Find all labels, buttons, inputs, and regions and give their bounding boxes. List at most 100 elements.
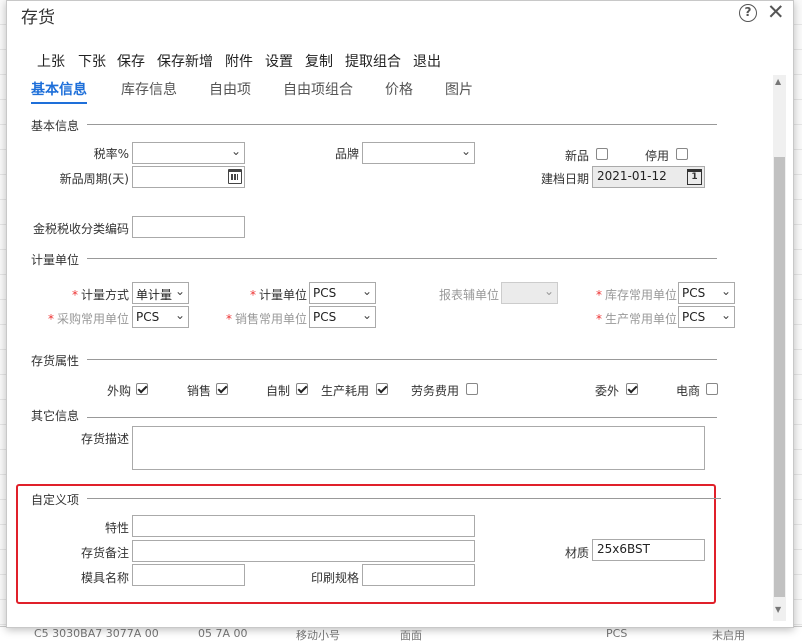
chevron-down-icon: ⌄ bbox=[174, 284, 185, 298]
attr-label-purchase: 外购 bbox=[106, 384, 131, 398]
inventory-remark-label: 存货备注 bbox=[80, 546, 129, 560]
measure-method-label: * 计量方式 bbox=[71, 288, 129, 302]
inventory-remark-input[interactable] bbox=[132, 540, 475, 562]
section-other-info: 其它信息 bbox=[31, 409, 80, 423]
attr-label-service-fee: 劳务费用 bbox=[410, 384, 459, 398]
scroll-thumb[interactable] bbox=[774, 157, 785, 597]
tax-code-label: 金税税收分类编码 bbox=[32, 222, 129, 236]
calculator-icon[interactable] bbox=[228, 169, 242, 184]
section-divider bbox=[87, 124, 717, 125]
chevron-down-icon: ⌄ bbox=[720, 308, 731, 322]
description-label: 存货描述 bbox=[80, 432, 129, 446]
description-textarea[interactable] bbox=[132, 426, 705, 470]
scroll-up-icon[interactable]: ▲ bbox=[775, 77, 781, 86]
extract-combo-button[interactable]: 提取组合 bbox=[345, 51, 401, 71]
stock-unit-select[interactable]: PCS ⌄ bbox=[678, 282, 735, 304]
disabled-checkbox[interactable] bbox=[676, 148, 688, 160]
bg-cell: PCS bbox=[606, 627, 628, 640]
attr-checkbox-outsource[interactable] bbox=[626, 383, 638, 395]
material-input[interactable]: 25x6BST bbox=[592, 539, 705, 561]
vertical-scrollbar[interactable]: ▲ ▼ bbox=[773, 75, 786, 621]
bg-cell: 未启用 bbox=[712, 629, 745, 641]
stock-unit-label: * 库存常用单位 bbox=[595, 288, 677, 302]
tax-code-input[interactable] bbox=[132, 216, 245, 238]
attachment-button[interactable]: 附件 bbox=[225, 51, 253, 71]
chevron-down-icon: ⌄ bbox=[543, 284, 554, 298]
attr-label-outsource: 委外 bbox=[594, 384, 619, 398]
section-attributes: 存货属性 bbox=[31, 354, 80, 368]
purchase-unit-select[interactable]: PCS ⌄ bbox=[132, 306, 189, 328]
settings-button[interactable]: 设置 bbox=[265, 51, 293, 71]
attr-checkbox-ecommerce[interactable] bbox=[706, 383, 718, 395]
chevron-down-icon: ⌄ bbox=[460, 144, 471, 158]
disabled-label: 停用 bbox=[644, 149, 669, 163]
print-spec-input[interactable] bbox=[362, 564, 475, 586]
exit-button[interactable]: 退出 bbox=[413, 51, 441, 71]
scroll-down-icon[interactable]: ▼ bbox=[775, 605, 781, 614]
next-button[interactable]: 下张 bbox=[78, 51, 106, 71]
report-unit-select: ⌄ bbox=[501, 282, 558, 304]
tax-rate-select[interactable]: ⌄ bbox=[132, 142, 245, 164]
new-period-input[interactable] bbox=[132, 166, 245, 188]
section-basic-info: 基本信息 bbox=[31, 119, 80, 133]
tab-free-items[interactable]: 自由项 bbox=[209, 79, 251, 102]
brand-label: 品牌 bbox=[334, 147, 359, 161]
tab-stock-info[interactable]: 库存信息 bbox=[121, 79, 177, 102]
attr-label-sales: 销售 bbox=[186, 384, 211, 398]
copy-button[interactable]: 复制 bbox=[305, 51, 333, 71]
report-unit-label: 报表辅单位 bbox=[438, 288, 499, 302]
new-product-label: 新品 bbox=[564, 149, 589, 163]
mold-name-label: 模具名称 bbox=[80, 571, 129, 585]
brand-select[interactable]: ⌄ bbox=[362, 142, 475, 164]
bg-cell: 移动小号 bbox=[296, 629, 340, 641]
inventory-dialog: 存货 ? ✕ 上张 下张 保存 保存新增 附件 设置 复制 提取组合 退出 基本… bbox=[6, 0, 794, 628]
measure-unit-select[interactable]: PCS ⌄ bbox=[309, 282, 376, 304]
section-divider bbox=[87, 417, 717, 418]
chevron-down-icon: ⌄ bbox=[174, 308, 185, 322]
attr-label-ecommerce: 电商 bbox=[675, 384, 700, 398]
calendar-icon[interactable]: 1 bbox=[687, 169, 702, 185]
attr-label-self-made: 自制 bbox=[265, 384, 290, 398]
background-row: C5 3030BA7 3077A 00 05 7A 00 移动小号 面面 PCS… bbox=[0, 626, 802, 641]
tab-image[interactable]: 图片 bbox=[445, 79, 473, 102]
feature-label: 特性 bbox=[104, 521, 129, 535]
created-date-label: 建档日期 bbox=[540, 172, 589, 186]
dialog-title: 存货 bbox=[21, 8, 55, 28]
tab-basic-info[interactable]: 基本信息 bbox=[31, 79, 87, 104]
section-divider bbox=[87, 359, 717, 360]
created-date-input[interactable]: 2021-01-12 1 bbox=[592, 166, 705, 188]
section-divider bbox=[87, 498, 721, 499]
sales-unit-label: * 销售常用单位 bbox=[225, 312, 307, 326]
section-unit: 计量单位 bbox=[31, 253, 80, 267]
feature-input[interactable] bbox=[132, 515, 475, 537]
tab-price[interactable]: 价格 bbox=[385, 79, 413, 102]
measure-unit-label: * 计量单位 bbox=[249, 288, 307, 302]
attr-checkbox-purchase[interactable] bbox=[136, 383, 148, 395]
tab-free-item-combo[interactable]: 自由项组合 bbox=[283, 79, 353, 102]
attr-checkbox-production-use[interactable] bbox=[376, 383, 388, 395]
new-product-checkbox[interactable] bbox=[596, 148, 608, 160]
help-icon[interactable]: ? bbox=[739, 4, 757, 22]
dialog-titlebar: 存货 ? ✕ bbox=[7, 0, 793, 28]
prev-button[interactable]: 上张 bbox=[37, 51, 65, 71]
section-custom-items: 自定义项 bbox=[31, 493, 80, 507]
attr-checkbox-sales[interactable] bbox=[216, 383, 228, 395]
material-label: 材质 bbox=[564, 546, 589, 560]
print-spec-label: 印刷规格 bbox=[310, 571, 359, 585]
attr-checkbox-service-fee[interactable] bbox=[466, 383, 478, 395]
bg-cell: C5 3030BA7 3077A 00 bbox=[34, 627, 159, 640]
sales-unit-select[interactable]: PCS ⌄ bbox=[309, 306, 376, 328]
close-icon[interactable]: ✕ bbox=[767, 0, 785, 24]
save-button[interactable]: 保存 bbox=[117, 51, 145, 71]
production-unit-label: * 生产常用单位 bbox=[595, 312, 677, 326]
mold-name-input[interactable] bbox=[132, 564, 245, 586]
section-divider bbox=[87, 258, 717, 259]
save-new-button[interactable]: 保存新增 bbox=[157, 51, 213, 71]
bg-cell: 面面 bbox=[400, 629, 422, 641]
chevron-down-icon: ⌄ bbox=[361, 308, 372, 322]
chevron-down-icon: ⌄ bbox=[230, 144, 241, 158]
production-unit-select[interactable]: PCS ⌄ bbox=[678, 306, 735, 328]
purchase-unit-label: * 采购常用单位 bbox=[47, 312, 129, 326]
chevron-down-icon: ⌄ bbox=[361, 284, 372, 298]
measure-method-select[interactable]: 单计量 ⌄ bbox=[132, 282, 189, 304]
